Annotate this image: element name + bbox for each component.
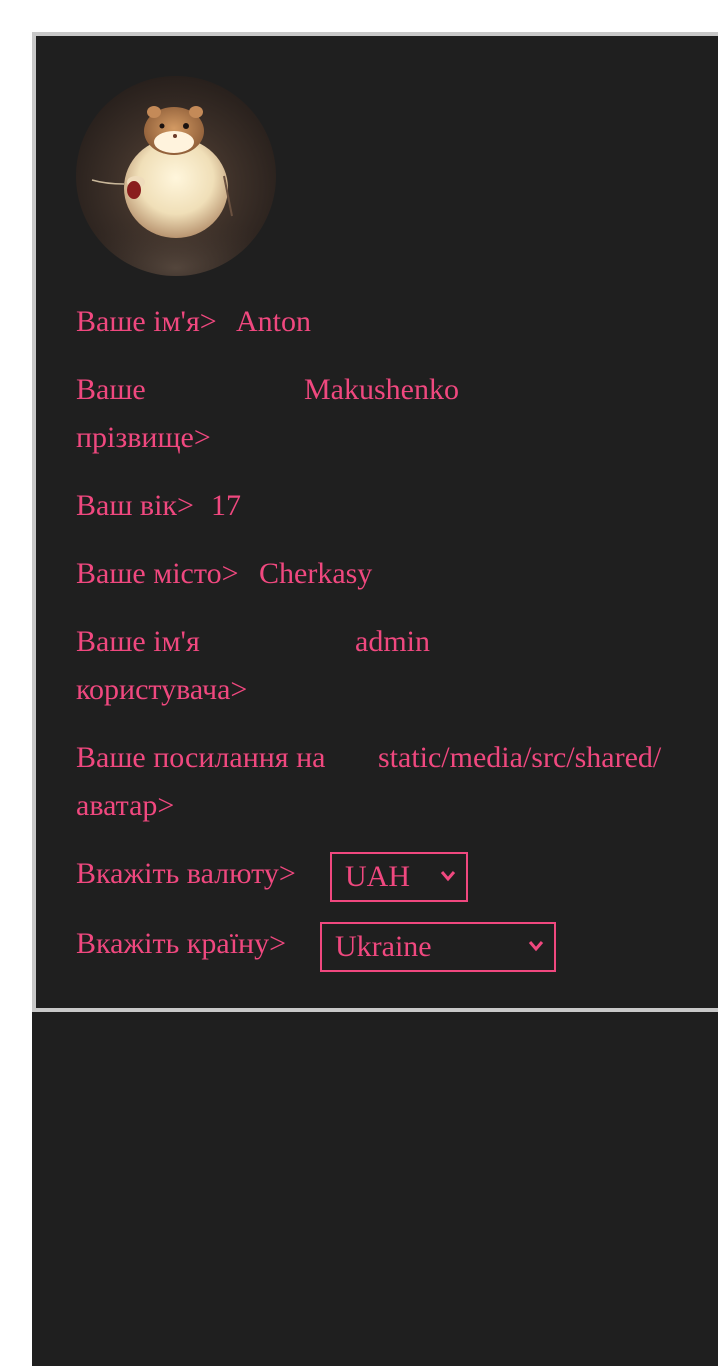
surname-row: Ваше прізвище> Makushenko: [76, 366, 676, 462]
currency-selected-value: UAH: [345, 860, 410, 893]
city-value: Cherkasy: [259, 557, 373, 590]
profile-card: Ваше ім'я> Anton Ваше прізвище> Makushen…: [32, 32, 718, 1012]
name-row: Ваше ім'я> Anton: [76, 298, 676, 346]
avatar-link-value: static/media/src/shared/: [378, 741, 662, 774]
chevron-down-icon: [528, 941, 544, 952]
username-label: Ваше ім'я користувача>: [76, 625, 248, 706]
age-label: Ваш вік>: [76, 489, 194, 522]
country-label: Вкажіть країну>: [76, 927, 286, 960]
name-value: Anton: [236, 305, 311, 338]
city-row: Ваше місто> Cherkasy: [76, 550, 676, 598]
age-row: Ваш вік> 17: [76, 482, 676, 530]
currency-label: Вкажіть валюту>: [76, 857, 296, 890]
username-value: admin: [355, 625, 430, 658]
surname-label: Ваше прізвище>: [76, 373, 211, 454]
age-value: 17: [211, 489, 241, 522]
page-background: [32, 1010, 718, 1366]
country-row: Вкажіть країну> Ukraine: [76, 920, 676, 972]
hamster-avatar-icon: [81, 106, 271, 276]
country-selected-value: Ukraine: [335, 930, 432, 963]
currency-select[interactable]: UAH: [330, 852, 468, 902]
name-label: Ваше ім'я>: [76, 305, 217, 338]
surname-value: Makushenko: [304, 373, 459, 406]
avatar: [76, 76, 276, 276]
username-row: Ваше ім'я користувача> admin: [76, 618, 676, 714]
country-select[interactable]: Ukraine: [320, 922, 556, 972]
avatar-link-row: Ваше посилання на аватар> static/media/s…: [76, 734, 676, 830]
currency-row: Вкажіть валюту> UAH: [76, 850, 676, 902]
avatar-link-label: Ваше посилання на аватар>: [76, 741, 326, 822]
city-label: Ваше місто>: [76, 557, 239, 590]
chevron-down-icon: [440, 871, 456, 882]
